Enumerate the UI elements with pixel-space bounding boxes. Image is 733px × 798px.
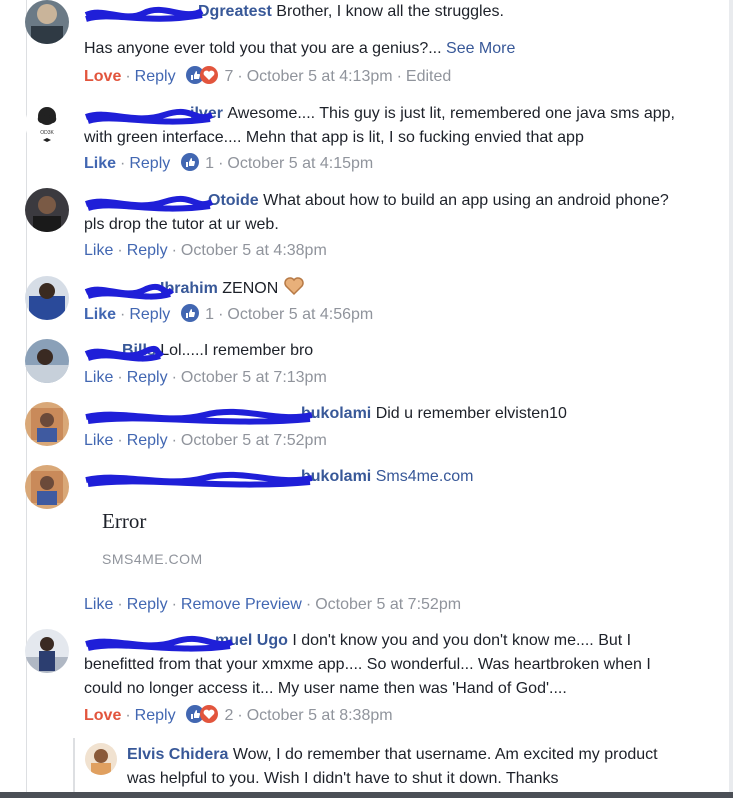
redaction-scribble bbox=[85, 195, 214, 212]
avatar[interactable] bbox=[25, 339, 69, 383]
love-reaction-button[interactable]: Love bbox=[84, 68, 121, 85]
comment-actions: Like · Reply 1 · October 5 at 4:15pm bbox=[84, 152, 373, 179]
like-button[interactable]: Like bbox=[84, 432, 113, 449]
heart-emoji-icon bbox=[283, 276, 305, 304]
comment-actions: Love · Reply 2 · October 5 at 8:38pm bbox=[84, 704, 393, 731]
redaction-scribble bbox=[84, 283, 174, 300]
reply-button[interactable]: Reply bbox=[129, 306, 170, 323]
reply-button[interactable]: Reply bbox=[135, 707, 176, 724]
reply-button[interactable]: Reply bbox=[127, 432, 168, 449]
like-button[interactable]: Like bbox=[84, 369, 113, 386]
bottom-edge-bar bbox=[0, 792, 733, 798]
commenter-name[interactable]: bukolami bbox=[84, 405, 376, 425]
redaction-scribble bbox=[85, 108, 214, 125]
remove-preview-button[interactable]: Remove Preview bbox=[181, 596, 302, 613]
svg-text:OD3K: OD3K bbox=[40, 130, 54, 136]
timestamp[interactable]: October 5 at 4:13pm bbox=[247, 68, 393, 85]
commenter-name[interactable]: muel Ugo bbox=[84, 632, 292, 652]
comment-body: Ibrahim ZENON bbox=[84, 276, 689, 304]
timestamp[interactable]: October 5 at 4:15pm bbox=[227, 155, 373, 172]
comment-actions: Love · Reply 7 · October 5 at 4:13pm · Edited bbox=[84, 65, 451, 92]
like-icon bbox=[180, 153, 199, 179]
commenter-name[interactable]: Ibrahim bbox=[84, 280, 222, 300]
commenter-name[interactable]: Bills bbox=[84, 342, 164, 362]
timestamp[interactable]: October 5 at 7:52pm bbox=[315, 596, 461, 613]
comment-body: ilver Awesome.... This guy is just lit, … bbox=[84, 105, 675, 146]
avatar[interactable] bbox=[25, 629, 69, 673]
avatar[interactable] bbox=[25, 188, 69, 232]
commenter-name[interactable]: Otoide bbox=[84, 192, 263, 212]
comment-actions: Like · Reply · October 5 at 7:13pm bbox=[84, 369, 327, 386]
commenter-name[interactable]: Elvis Chidera bbox=[127, 746, 228, 763]
comment-actions: Like · Reply · Remove Preview · October 5 at 7… bbox=[84, 596, 462, 613]
like-button[interactable]: Like bbox=[84, 306, 116, 323]
comment-body: Otoide What about how to build an app us… bbox=[84, 192, 669, 233]
comment-body: Bills Lol.....I remember bro bbox=[84, 339, 689, 363]
commenter-name[interactable]: Dgreatest bbox=[84, 3, 276, 22]
scrollbar-track[interactable] bbox=[729, 0, 733, 798]
redaction-scribble bbox=[85, 635, 234, 652]
love-reaction-button[interactable]: Love bbox=[84, 707, 121, 724]
timestamp[interactable]: October 5 at 4:56pm bbox=[227, 306, 373, 323]
like-button[interactable]: Like bbox=[84, 242, 113, 259]
reaction-count[interactable]: 7 bbox=[224, 68, 233, 85]
reaction-count[interactable]: 1 bbox=[205, 306, 214, 323]
reaction-count[interactable]: 2 bbox=[224, 707, 233, 724]
link-sms4me[interactable]: Sms4me.com bbox=[376, 468, 474, 485]
reply-thread-border bbox=[73, 738, 75, 792]
avatar[interactable] bbox=[85, 743, 117, 775]
timestamp[interactable]: October 5 at 4:38pm bbox=[181, 242, 327, 259]
avatar[interactable]: OD3K bbox=[25, 102, 69, 146]
commenter-name[interactable]: ilver bbox=[84, 105, 227, 125]
comment-body: bukolami Sms4me.com bbox=[84, 465, 689, 489]
comment-actions: Like · Reply 1 · October 5 at 4:56pm bbox=[84, 303, 373, 330]
reply-button[interactable]: Reply bbox=[135, 68, 176, 85]
see-more-link[interactable]: See More bbox=[446, 40, 515, 57]
reply-button[interactable]: Reply bbox=[127, 369, 168, 386]
avatar[interactable] bbox=[25, 402, 69, 446]
comment-body: muel Ugo I don't know you and you don't … bbox=[84, 632, 651, 697]
like-button[interactable]: Like bbox=[84, 155, 116, 172]
timestamp[interactable]: October 5 at 7:13pm bbox=[181, 369, 327, 386]
love-icon bbox=[200, 705, 219, 731]
comment-body: Dgreatest Brother, I know all the strugg… bbox=[84, 0, 689, 24]
reply-button[interactable]: Reply bbox=[127, 242, 168, 259]
link-preview-title[interactable]: Error bbox=[102, 509, 146, 534]
reply-button[interactable]: Reply bbox=[129, 155, 170, 172]
timestamp[interactable]: October 5 at 8:38pm bbox=[247, 707, 393, 724]
avatar[interactable] bbox=[25, 465, 69, 509]
link-preview-domain[interactable]: SMS4ME.COM bbox=[102, 551, 203, 567]
commenter-name[interactable]: bukolami bbox=[84, 468, 376, 488]
like-button[interactable]: Like bbox=[84, 596, 113, 613]
avatar[interactable] bbox=[25, 0, 69, 44]
reaction-count[interactable]: 1 bbox=[205, 155, 214, 172]
like-icon bbox=[180, 304, 199, 330]
comment-actions: Like · Reply · October 5 at 4:38pm bbox=[84, 242, 327, 259]
edited-label[interactable]: Edited bbox=[406, 68, 451, 85]
timestamp[interactable]: October 5 at 7:52pm bbox=[181, 432, 327, 449]
redaction-scribble bbox=[85, 408, 313, 425]
avatar[interactable] bbox=[25, 276, 69, 320]
redaction-scribble bbox=[84, 6, 204, 22]
redaction-scribble bbox=[84, 345, 164, 362]
redaction-scribble bbox=[85, 471, 313, 488]
comment-body-more: Has anyone ever told you that you are a … bbox=[84, 40, 516, 57]
comment-body: Elvis Chidera Wow, I do remember that us… bbox=[127, 746, 658, 787]
love-icon bbox=[200, 66, 219, 92]
comment-actions: Like · Reply · October 5 at 7:52pm bbox=[84, 432, 327, 449]
reply-button[interactable]: Reply bbox=[127, 596, 168, 613]
comment-body: bukolami Did u remember elvisten10 bbox=[84, 402, 689, 426]
